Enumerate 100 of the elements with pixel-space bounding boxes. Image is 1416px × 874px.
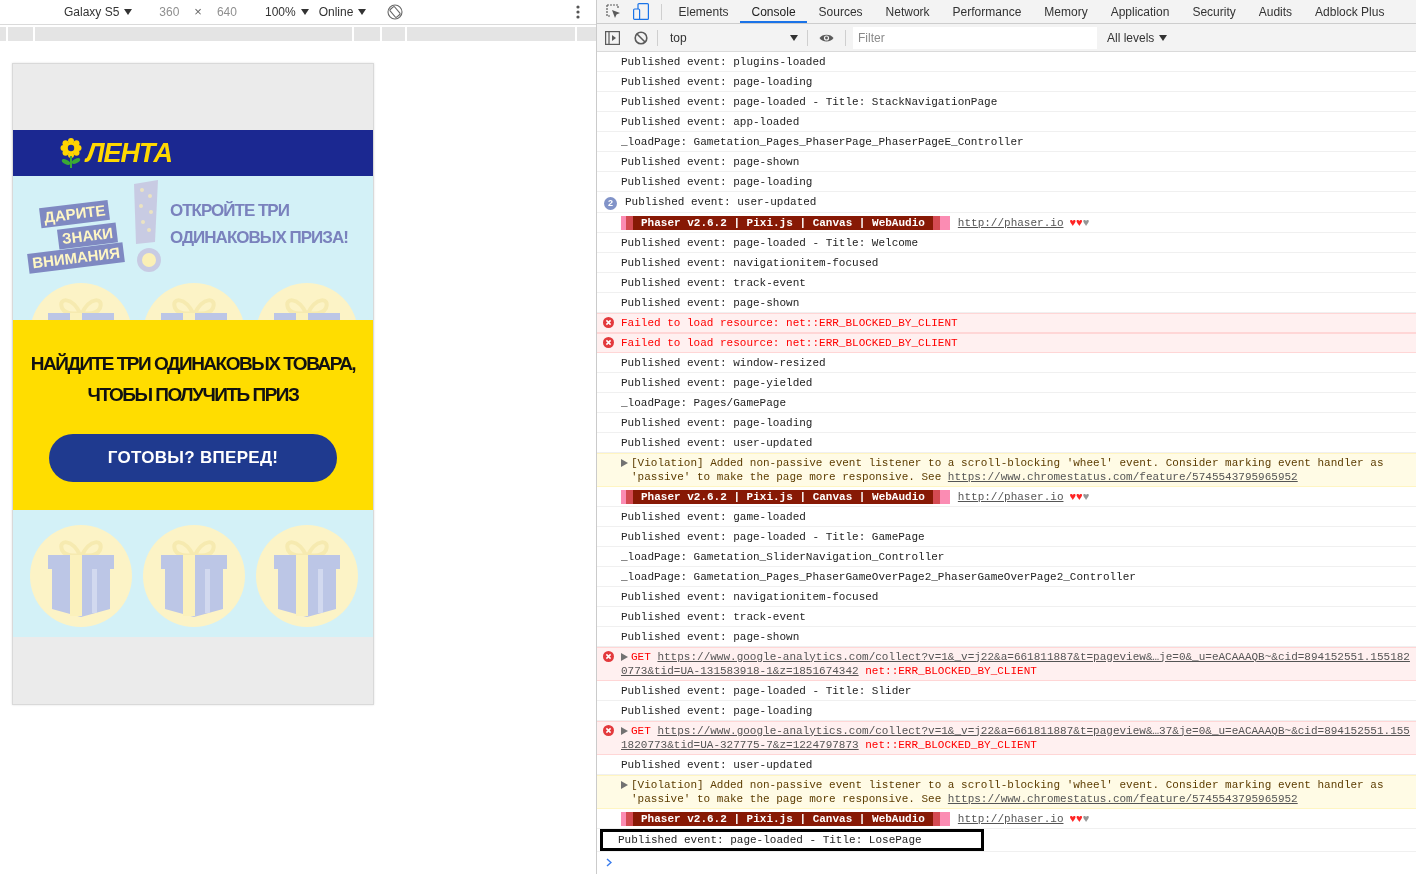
log-message: Published event: page-loading: [621, 176, 813, 188]
log-message: Published event: game-loaded: [621, 510, 806, 523]
violation-message: [Violation] Added non-passive event listener to a scroll-blocking 'wheel' event. Consider marking event handler as 'passive' to make the page more responsive. See https://www.chromestatus.com/feature/5745543795965952: [631, 777, 1385, 806]
panel-tab[interactable]: Memory: [1032, 0, 1100, 23]
repeat-count: 2: [604, 196, 617, 210]
log-message: Published event: user-updated: [621, 436, 813, 449]
log-message: Published event: page-shown: [621, 156, 800, 168]
request-method: GET: [631, 650, 651, 663]
panel-tab[interactable]: Performance: [941, 0, 1033, 23]
heart-icon: ♥: [1076, 812, 1083, 825]
heart-icon: ♥: [1082, 216, 1090, 229]
request-url-link[interactable]: 0773&tid=UA-131583918-1&z=1851674342: [621, 664, 859, 677]
log-message: Published event: page-loaded - Title: StackNavigationPage: [621, 96, 998, 108]
promo-title: ОТКРОЙТЕ ТРИ ОДИНАКОВЫХ ПРИЗА!: [170, 200, 349, 249]
clear-console-icon[interactable]: [634, 30, 648, 45]
expand-triangle-icon[interactable]: [621, 652, 628, 661]
phaser-banner: Phaser v2.6.2 | Pixi.js | Canvas | WebAudio: [621, 489, 950, 504]
inspect-element-icon[interactable]: [606, 4, 621, 19]
expand-triangle-icon[interactable]: [621, 780, 628, 789]
phaser-link[interactable]: http://phaser.io: [957, 216, 1064, 229]
error-message: Failed to load resource: net::ERR_BLOCKED_BY_CLIENT: [621, 316, 958, 329]
context-select[interactable]: top: [663, 26, 804, 49]
heart-icon: ♥: [1076, 490, 1083, 503]
ruler-segment: [382, 27, 405, 41]
filter-field[interactable]: Filter: [853, 26, 1097, 49]
error-message: net::ERR_BLOCKED_BY_CLIENT: [865, 738, 1037, 751]
log-message: Published event: track-event: [621, 610, 806, 623]
request-url-link[interactable]: https://www.google-analytics.com/collect?v=1&_v=j22&a=661811887&t=pageview&…je=0&_u=eACAAAQB~&cid=894152551.155182: [657, 650, 1410, 663]
log-message: Published event: plugins-loaded: [621, 56, 826, 68]
request-url-link[interactable]: https://www.google-analytics.com/collect?v=1&_v=j22&a=661811887&t=pageview&…37&je=0&_u=eACAAAQB~&cid=894152551.155: [657, 724, 1410, 737]
device-select[interactable]: Galaxy S5: [64, 5, 133, 19]
network-throttle-select[interactable]: Online: [318, 5, 367, 19]
logo-text: ЛЕНТА: [86, 138, 173, 168]
more-options-icon[interactable]: [576, 5, 580, 19]
log-message: Published event: page-loading: [621, 76, 813, 88]
request-url-link[interactable]: 1820773&tid=UA-327775-7&z=1224797873: [621, 738, 859, 751]
ruler-segment: [8, 27, 33, 41]
caret-down-icon: [790, 34, 798, 41]
eye-icon[interactable]: [819, 32, 834, 43]
times-sign: ×: [194, 3, 202, 22]
log-message: Published event: user-updated: [621, 758, 813, 771]
log-message: Published event: page-loaded - Title: GamePage: [621, 530, 925, 543]
heart-icon: ♥: [1069, 490, 1077, 503]
request-method: GET: [631, 724, 651, 737]
log-message: Published event: page-shown: [621, 296, 800, 309]
log-message: Published event: app-loaded: [621, 116, 800, 128]
heart-icon: ♥: [1082, 490, 1090, 503]
zoom-select[interactable]: 100%: [264, 5, 309, 19]
documentation-link[interactable]: https://www.chromestatus.com/feature/5745543795965952: [947, 792, 1298, 805]
error-icon: [603, 651, 614, 662]
log-message: Published event: navigationitem-focused: [621, 256, 879, 269]
caret-down-icon: [1159, 34, 1168, 41]
log-message: _loadPage: Gametation_Pages_PhaserPage_PhaserPageE_Controller: [621, 136, 1024, 148]
log-message: Published event: window-resized: [621, 356, 826, 369]
phaser-link[interactable]: http://phaser.io: [957, 812, 1064, 825]
log-message: Published event: navigationitem-focused: [621, 590, 879, 603]
panel-tab[interactable]: Audits: [1247, 0, 1304, 23]
phaser-banner: Phaser v2.6.2 | Pixi.js | Canvas | WebAudio: [621, 215, 950, 230]
log-levels-select[interactable]: All levels: [1107, 30, 1168, 45]
badge-text: ДАРИТЕ: [39, 199, 111, 229]
log-message: Published event: page-shown: [621, 630, 800, 643]
sunflower-icon: [60, 138, 82, 168]
heart-icon: ♥: [1082, 812, 1090, 825]
heart-icon: ♥: [1069, 216, 1077, 229]
panel-tab[interactable]: Elements: [667, 0, 741, 23]
caret-down-icon: [300, 9, 309, 15]
error-message: Failed to load resource: net::ERR_BLOCKED_BY_CLIENT: [621, 336, 958, 349]
heart-icon: ♥: [1069, 812, 1077, 825]
phaser-banner: Phaser v2.6.2 | Pixi.js | Canvas | WebAudio: [621, 811, 950, 826]
log-message: Published event: page-loading: [621, 416, 813, 429]
log-message: Published event: page-loaded - Title: Welcome: [621, 236, 919, 249]
device-toolbar-icon[interactable]: [633, 3, 649, 20]
log-message: _loadPage: Pages/GamePage: [621, 396, 787, 409]
ruler-segment: [0, 27, 6, 41]
expand-triangle-icon[interactable]: [621, 726, 628, 735]
log-message: Published event: page-yielded: [621, 376, 813, 389]
panel-tab[interactable]: Sources: [807, 0, 875, 23]
sidebar-toggle-icon[interactable]: [605, 30, 620, 45]
phaser-link[interactable]: http://phaser.io: [957, 490, 1064, 503]
caret-down-icon: [358, 9, 367, 15]
error-icon: [603, 317, 614, 328]
log-message: Published event: track-event: [621, 276, 806, 289]
start-button[interactable]: ГОТОВЫ? ВПЕРЕД!: [49, 434, 337, 482]
log-message: Published event: user-updated: [625, 196, 817, 208]
panel-tab[interactable]: Application: [1099, 0, 1181, 23]
error-icon: [603, 337, 614, 348]
panel-tab[interactable]: Adblock Plus: [1303, 0, 1396, 23]
log-message: _loadPage: Gametation_Pages_PhaserGameOverPage2_PhaserGameOverPage2_Controller: [621, 570, 1136, 583]
error-icon: [603, 725, 614, 736]
panel-tab[interactable]: Security: [1180, 0, 1248, 23]
log-message: Published event: page-loading: [621, 704, 813, 717]
documentation-link[interactable]: https://www.chromestatus.com/feature/5745543795965952: [947, 470, 1298, 483]
prompt-chevron-icon: [606, 858, 612, 868]
log-message: _loadPage: Gametation_SliderNavigation_Controller: [621, 550, 945, 563]
log-message: Published event: page-loaded - Title: Slider: [621, 684, 912, 697]
panel-tab[interactable]: Network: [874, 0, 942, 23]
caret-down-icon: [124, 9, 133, 15]
expand-triangle-icon[interactable]: [621, 458, 628, 467]
heart-icon: ♥: [1076, 216, 1083, 229]
rotate-icon[interactable]: [387, 4, 404, 20]
